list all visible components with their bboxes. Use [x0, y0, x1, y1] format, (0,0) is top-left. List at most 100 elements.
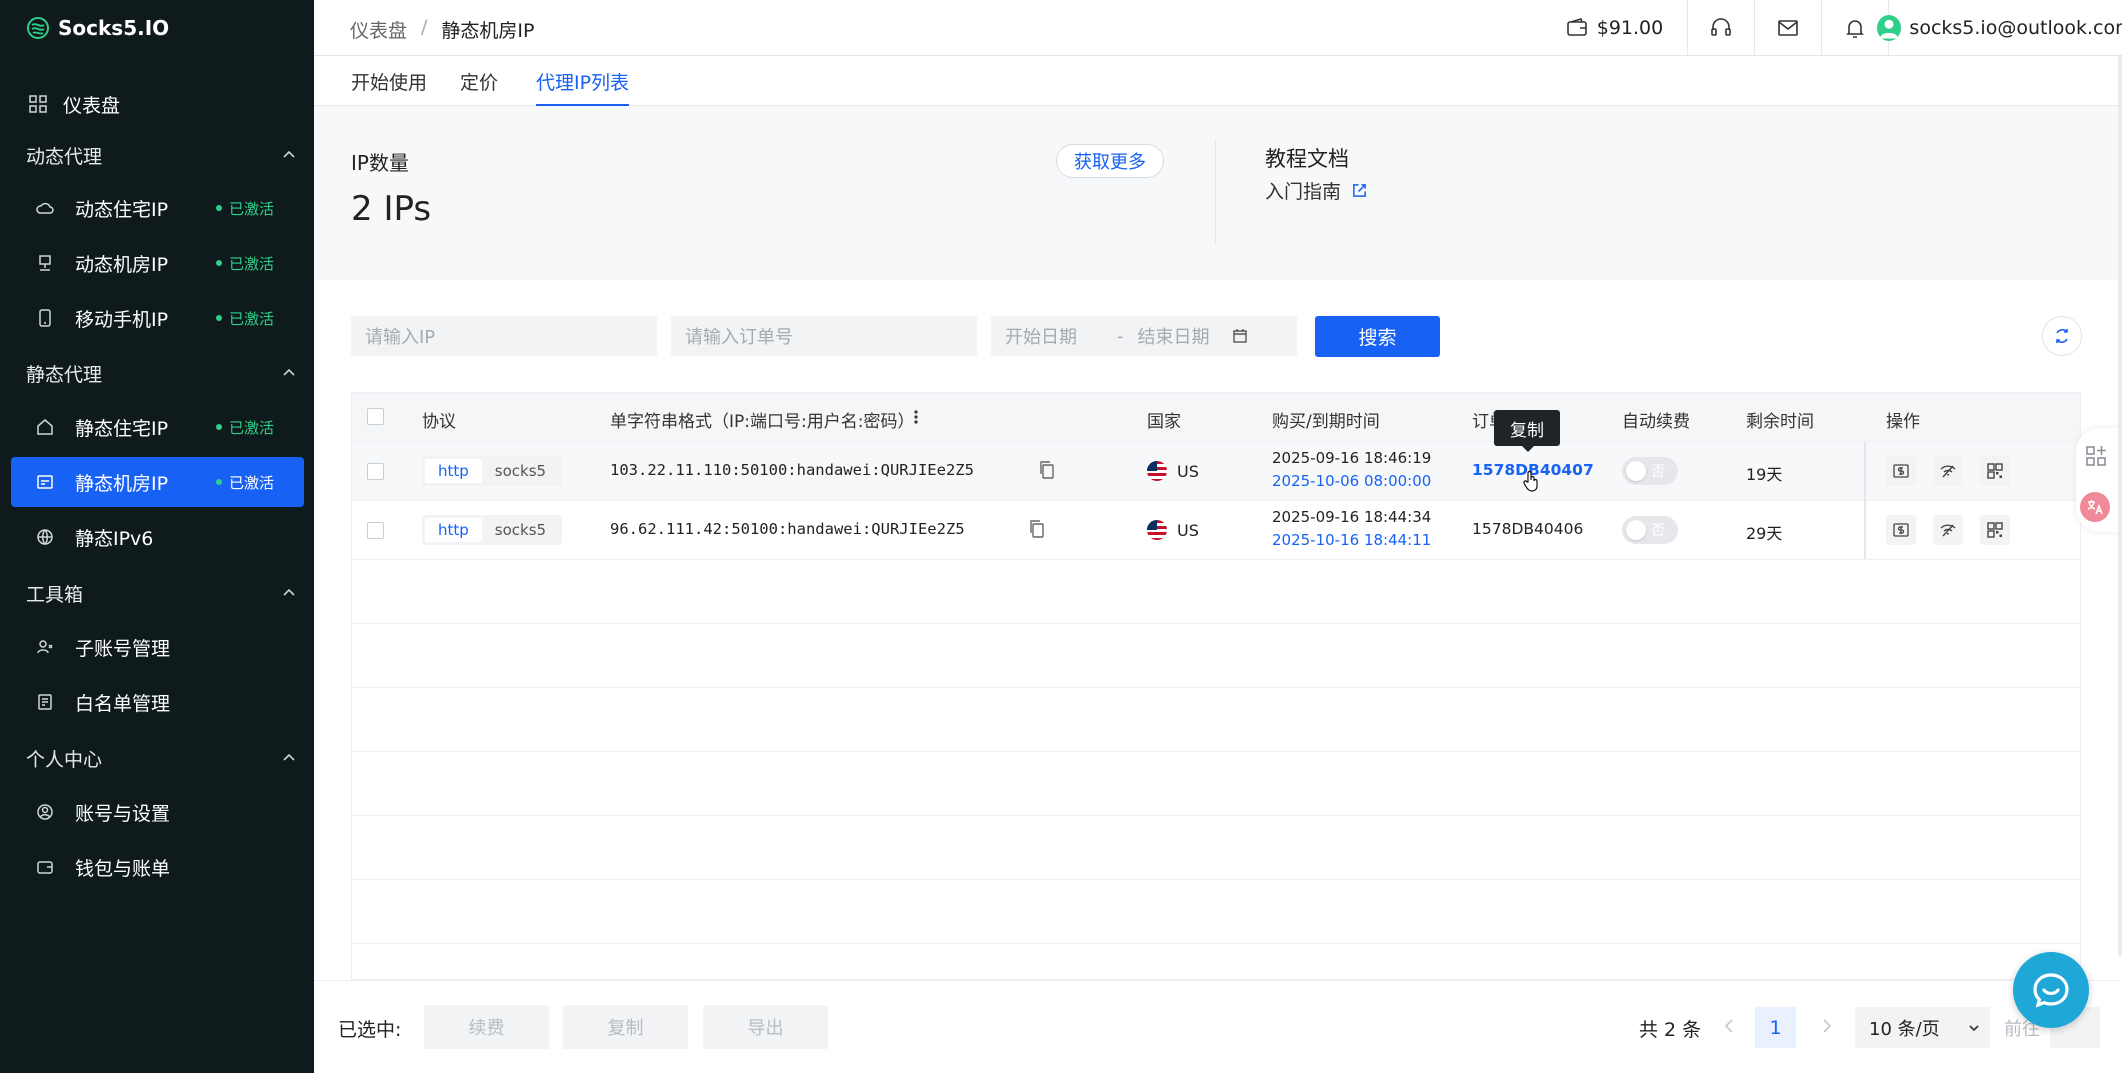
sidebar-item-static-residential[interactable]: 静态住宅IP 已激活	[11, 402, 304, 452]
protocol-http[interactable]: http	[425, 459, 482, 483]
sidebar-group-static[interactable]: 静态代理	[26, 353, 296, 393]
auto-renew-toggle[interactable]: 否	[1622, 516, 1678, 544]
sidebar-group-dynamic[interactable]: 动态代理	[26, 135, 296, 175]
group-label: 静态代理	[26, 363, 103, 386]
col-format: 单字符串格式（IP:端口号:用户名:密码）	[610, 412, 915, 432]
wifi-icon	[1940, 465, 1956, 478]
messages-button[interactable]	[1754, 0, 1821, 56]
col-remaining: 剩余时间	[1746, 412, 1814, 432]
sidebar-item-mobile[interactable]: 移动手机IP 已激活	[11, 293, 304, 343]
select-all-checkbox[interactable]	[367, 408, 384, 425]
row-checkbox[interactable]	[367, 522, 384, 539]
protocol-socks5[interactable]: socks5	[482, 518, 559, 542]
tab-getting-started[interactable]: 开始使用	[351, 68, 427, 106]
status-dot	[216, 205, 222, 211]
batch-renew-button[interactable]: 续费	[424, 1005, 549, 1049]
renew-action-button[interactable]	[1886, 515, 1916, 545]
table-row[interactable]: http socks5 103.22.11.110:50100:handawei…	[352, 441, 2080, 500]
empty-row	[352, 687, 2080, 688]
more-vertical-icon[interactable]	[913, 408, 919, 426]
protocol-switch[interactable]: http socks5	[422, 515, 563, 545]
status-badge: 已激活	[216, 253, 274, 274]
datacenter-icon	[37, 475, 53, 489]
sidebar-item-wallet[interactable]: 钱包与账单	[11, 842, 304, 892]
batch-export-button[interactable]: 导出	[703, 1005, 828, 1049]
sidebar-item-dynamic-residential[interactable]: 动态住宅IP 已激活	[11, 183, 304, 233]
next-page-icon[interactable]	[1817, 1015, 1837, 1037]
auto-renew-toggle[interactable]: 否	[1622, 457, 1678, 485]
toggle-knob	[1626, 461, 1646, 481]
country-code: US	[1177, 520, 1199, 540]
refresh-button[interactable]	[2042, 316, 2082, 356]
renew-action-button[interactable]	[1886, 456, 1916, 486]
empty-row	[352, 815, 2080, 816]
document-icon	[38, 694, 52, 710]
sidebar-item-dashboard[interactable]: 仪表盘	[11, 79, 304, 129]
chevron-up-icon	[283, 588, 295, 596]
docs-title: 教程文档	[1265, 147, 1349, 171]
protocol-http[interactable]: http	[425, 518, 482, 542]
sidebar-item-whitelist[interactable]: 白名单管理	[11, 677, 304, 727]
sticky-column-shadow	[1864, 441, 1866, 559]
support-button[interactable]	[1687, 0, 1754, 56]
page-size-select[interactable]: 10 条/页	[1855, 1007, 1990, 1048]
sidebar-group-tools[interactable]: 工具箱	[26, 573, 296, 613]
live-chat-button[interactable]	[2013, 952, 2089, 1028]
chevron-down-icon	[1969, 1024, 1979, 1031]
col-auto-renew: 自动续费	[1622, 412, 1690, 432]
page-number-1[interactable]: 1	[1755, 1007, 1796, 1048]
sidebar-item-subaccounts[interactable]: 子账号管理	[11, 622, 304, 672]
calendar-icon	[1232, 329, 1247, 343]
user-icon	[1880, 19, 1899, 39]
qr-code-button[interactable]	[1980, 515, 2010, 545]
breadcrumb-dashboard[interactable]: 仪表盘	[350, 16, 407, 43]
getting-started-guide-link[interactable]: 入门指南	[1265, 177, 1368, 204]
tab-proxy-list[interactable]: 代理IP列表	[536, 68, 630, 106]
expire-time: 2025-10-16 18:44:11	[1272, 531, 1432, 549]
batch-copy-button[interactable]: 复制	[563, 1005, 688, 1049]
wallet-icon	[1566, 18, 1587, 36]
brand-logo[interactable]: Socks5.IO	[26, 14, 169, 42]
test-speed-button[interactable]	[1933, 515, 1963, 545]
ip-search-input[interactable]: 请输入IP	[351, 316, 657, 356]
sidebar-item-label: 静态机房IP	[75, 472, 169, 495]
prev-page-icon[interactable]	[1719, 1015, 1739, 1037]
protocol-switch[interactable]: http socks5	[422, 456, 563, 486]
page-scrollbar[interactable]	[2118, 56, 2122, 956]
sidebar-item-label: 静态IPv6	[75, 527, 154, 550]
copy-icon[interactable]	[1038, 460, 1056, 480]
row-checkbox[interactable]	[367, 463, 384, 480]
logo-icon	[27, 17, 49, 39]
copy-tooltip: 复制	[1494, 410, 1560, 452]
copy-icon[interactable]	[1028, 519, 1046, 539]
apps-icon[interactable]	[2084, 444, 2108, 468]
sidebar-item-static-ipv6[interactable]: 静态IPv6	[11, 512, 304, 562]
order-number-link[interactable]: 1578DB40406	[1472, 520, 1583, 538]
user-menu[interactable]: socks5.io@outlook.com	[1877, 0, 2122, 56]
balance-button[interactable]: $91.00	[1541, 0, 1687, 56]
order-search-input[interactable]: 请输入订单号	[671, 316, 977, 356]
translate-icon[interactable]	[2080, 492, 2110, 522]
table-row[interactable]: http socks5 96.62.111.42:50100:handawei:…	[352, 500, 2080, 559]
search-button[interactable]: 搜索	[1315, 316, 1440, 357]
sidebar-item-account-settings[interactable]: 账号与设置	[11, 787, 304, 837]
qr-code-button[interactable]	[1980, 456, 2010, 486]
protocol-socks5[interactable]: socks5	[482, 459, 559, 483]
end-date-input[interactable]: 结束日期	[1138, 323, 1210, 349]
date-range-picker[interactable]: 开始日期 - 结束日期	[991, 316, 1297, 356]
status-badge: 已激活	[216, 472, 274, 493]
page-size-value: 10 条/页	[1869, 1018, 1940, 1040]
start-date-input[interactable]: 开始日期	[1005, 323, 1077, 349]
sidebar-group-personal[interactable]: 个人中心	[26, 738, 296, 778]
mobile-phone-icon	[39, 309, 51, 327]
toggle-label: 否	[1651, 464, 1665, 480]
sidebar-item-label: 仪表盘	[63, 94, 121, 117]
sidebar-item-label: 白名单管理	[75, 692, 171, 715]
sidebar-item-dynamic-datacenter[interactable]: 动态机房IP 已激活	[11, 238, 304, 288]
tab-pricing[interactable]: 定价	[460, 68, 498, 106]
test-speed-button[interactable]	[1933, 456, 1963, 486]
get-more-button[interactable]: 获取更多	[1056, 144, 1164, 178]
breadcrumb-separator: /	[421, 16, 428, 38]
empty-row	[352, 879, 2080, 880]
sidebar-item-static-datacenter[interactable]: 静态机房IP 已激活	[11, 457, 304, 507]
